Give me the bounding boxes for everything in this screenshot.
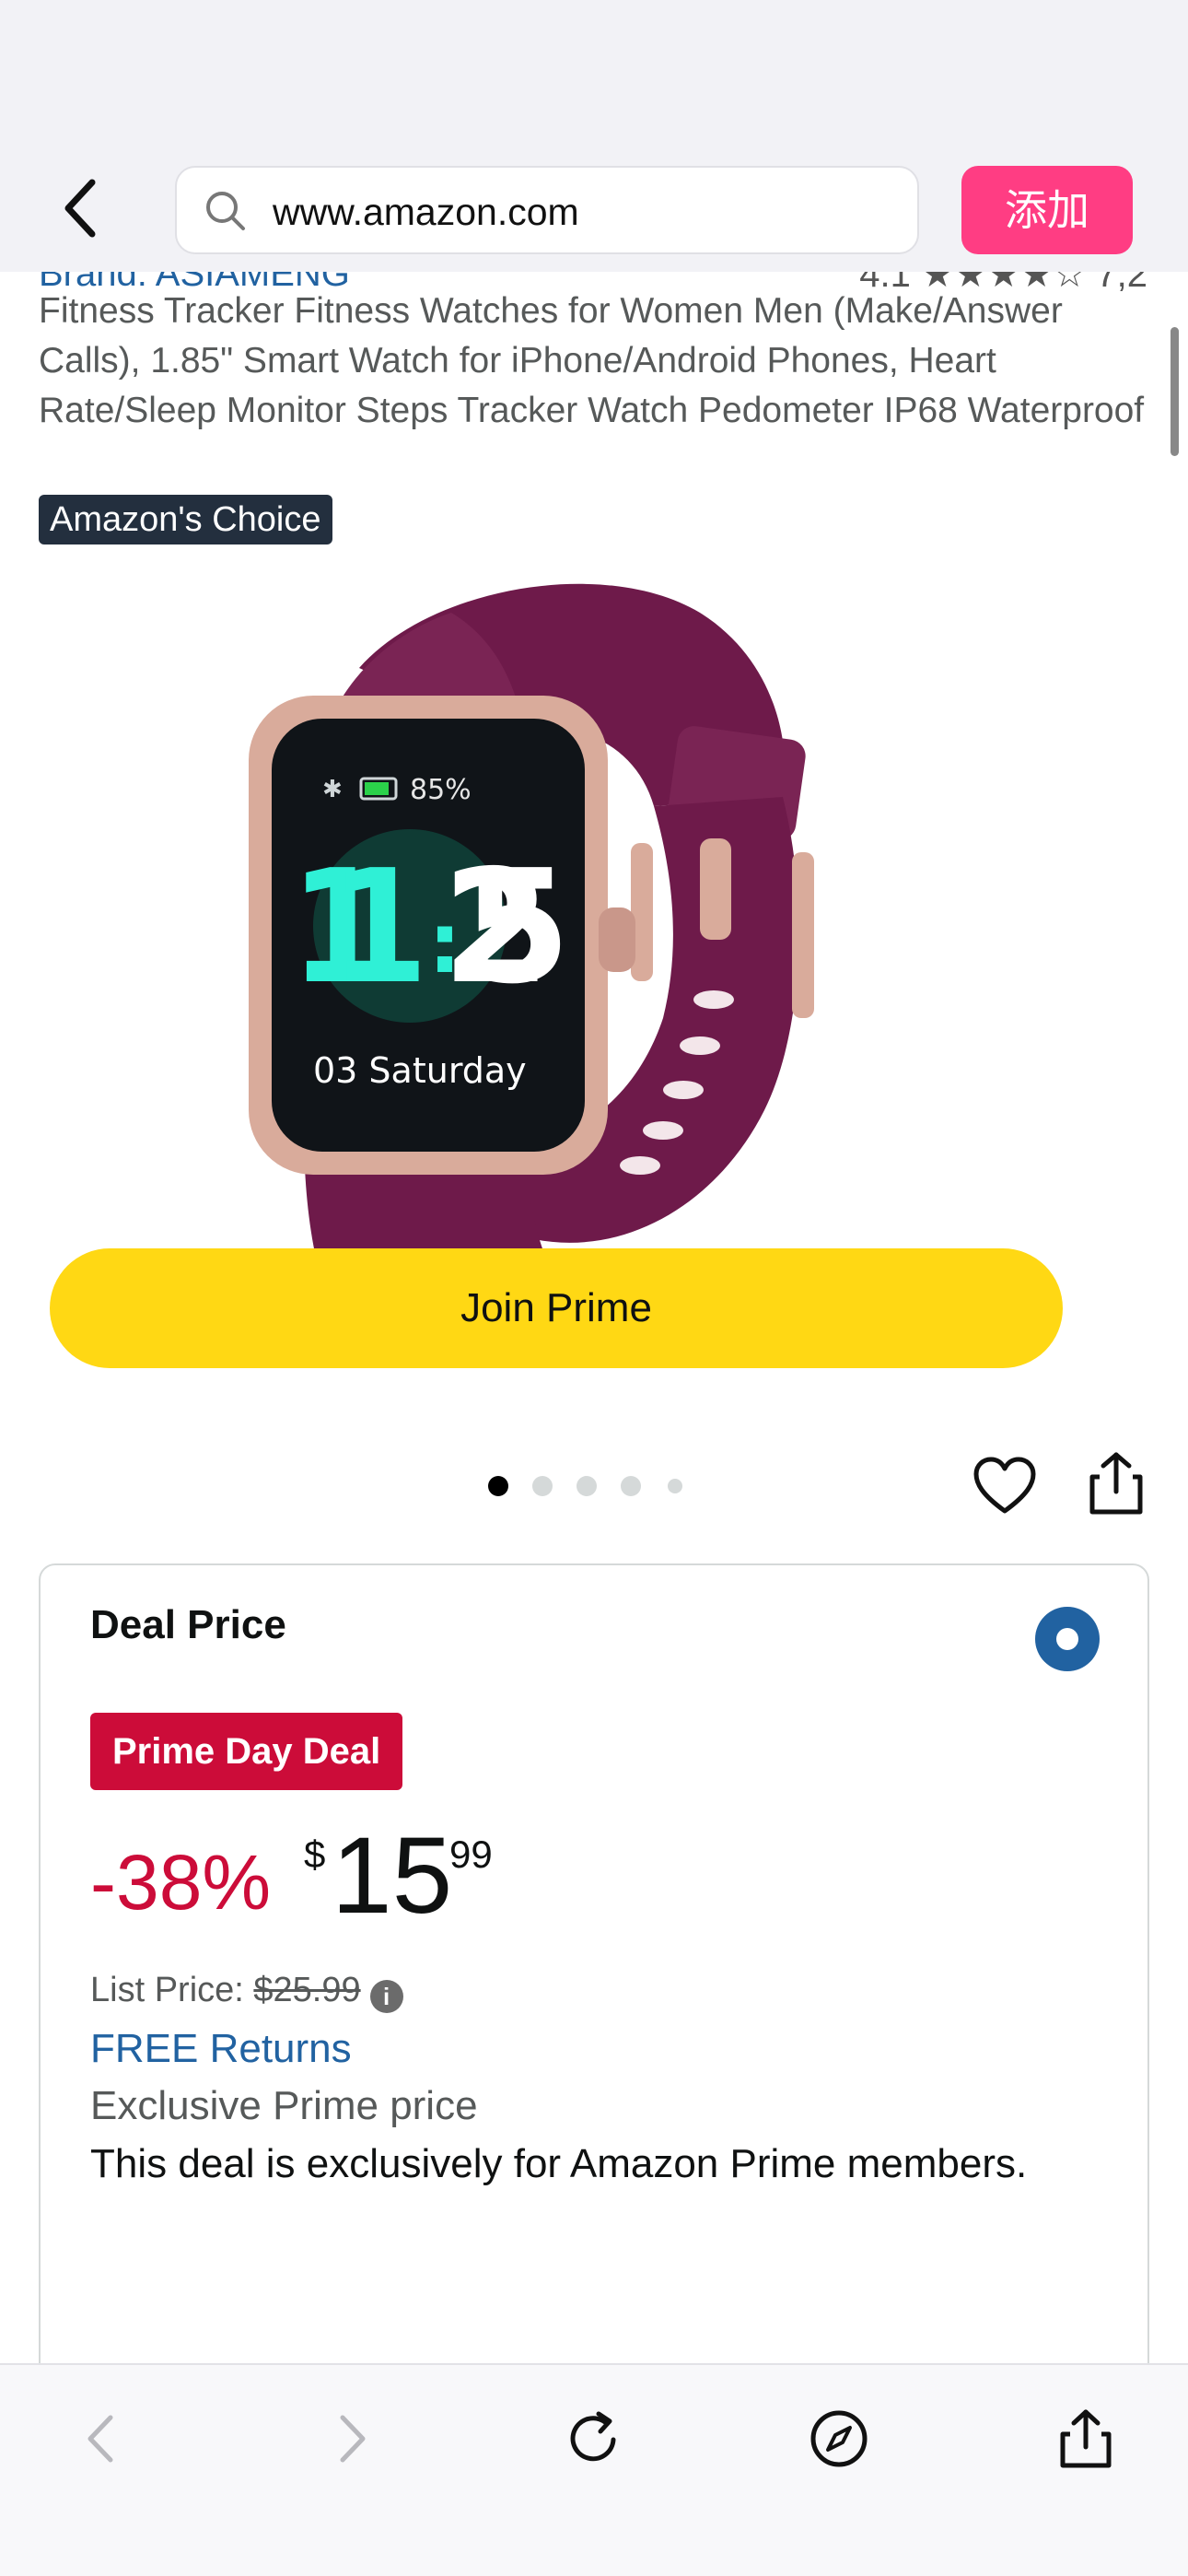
- url-bar[interactable]: www.amazon.com: [175, 166, 919, 254]
- watch-hour-text: 11: [290, 837, 428, 1019]
- add-button[interactable]: 添加: [961, 166, 1133, 254]
- product-title: Fitness Tracker Fitness Watches for Wome…: [39, 291, 1145, 430]
- deal-description: This deal is exclusively for Amazon Prim…: [90, 2141, 1028, 2186]
- carousel-dot[interactable]: [621, 1476, 641, 1496]
- join-prime-button[interactable]: Join Prime: [50, 1248, 1063, 1368]
- scrollbar[interactable]: [1171, 327, 1179, 456]
- free-returns-link[interactable]: FREE Returns: [90, 2026, 352, 2072]
- reload-icon[interactable]: [562, 2406, 626, 2471]
- watch-date-text: 03 Saturday: [313, 1050, 527, 1091]
- deal-price-box: Deal Price Prime Day Deal -38% $ 15 99 L…: [39, 1563, 1149, 2363]
- watch-battery-text: 85%: [410, 774, 472, 806]
- page: www.amazon.com 添加 Brand: ASIAMENG 4.1 ★★…: [0, 0, 1188, 2576]
- discount-percent: -38%: [90, 1839, 272, 1926]
- back-icon[interactable]: [70, 2406, 134, 2471]
- search-icon: [206, 192, 245, 230]
- svg-text:✱: ✱: [322, 776, 343, 803]
- back-button[interactable]: [55, 175, 111, 241]
- list-price: List Price: $25.99 i: [90, 1971, 403, 2013]
- deal-price-label: Deal Price: [90, 1602, 286, 1647]
- carousel-dot[interactable]: [577, 1476, 597, 1496]
- carousel-dot[interactable]: [668, 1479, 682, 1493]
- share-icon[interactable]: [1087, 1451, 1146, 1516]
- deal-radio-button[interactable]: [1035, 1607, 1100, 1671]
- exclusive-prime-price: Exclusive Prime price: [90, 2083, 478, 2128]
- product-page: Brand: ASIAMENG 4.1 ★★★★☆ 7,2 Fitness Tr…: [0, 272, 1188, 2363]
- forward-icon[interactable]: [319, 2406, 383, 2471]
- heart-icon[interactable]: [973, 1456, 1037, 1516]
- price-whole: 15: [332, 1815, 453, 1937]
- list-price-label: List Price:: [90, 1971, 244, 2009]
- price-fraction: 99: [449, 1832, 493, 1876]
- share-icon[interactable]: [1054, 2406, 1118, 2471]
- price-currency: $: [304, 1832, 326, 1876]
- watch-minute-text: 25: [442, 837, 571, 1019]
- carousel-dot[interactable]: [532, 1476, 553, 1496]
- list-price-value: $25.99: [253, 1971, 361, 2009]
- browser-top-bar: www.amazon.com 添加: [0, 0, 1188, 272]
- compass-icon[interactable]: [807, 2406, 871, 2471]
- info-icon[interactable]: i: [369, 1980, 403, 2013]
- browser-bottom-toolbar: [0, 2363, 1188, 2576]
- url-text: www.amazon.com: [273, 191, 579, 233]
- carousel-dot[interactable]: [488, 1476, 508, 1496]
- amazons-choice-badge: Amazon's Choice: [39, 495, 332, 544]
- prime-day-deal-badge: Prime Day Deal: [90, 1713, 403, 1790]
- chevron-left-icon: [64, 179, 96, 238]
